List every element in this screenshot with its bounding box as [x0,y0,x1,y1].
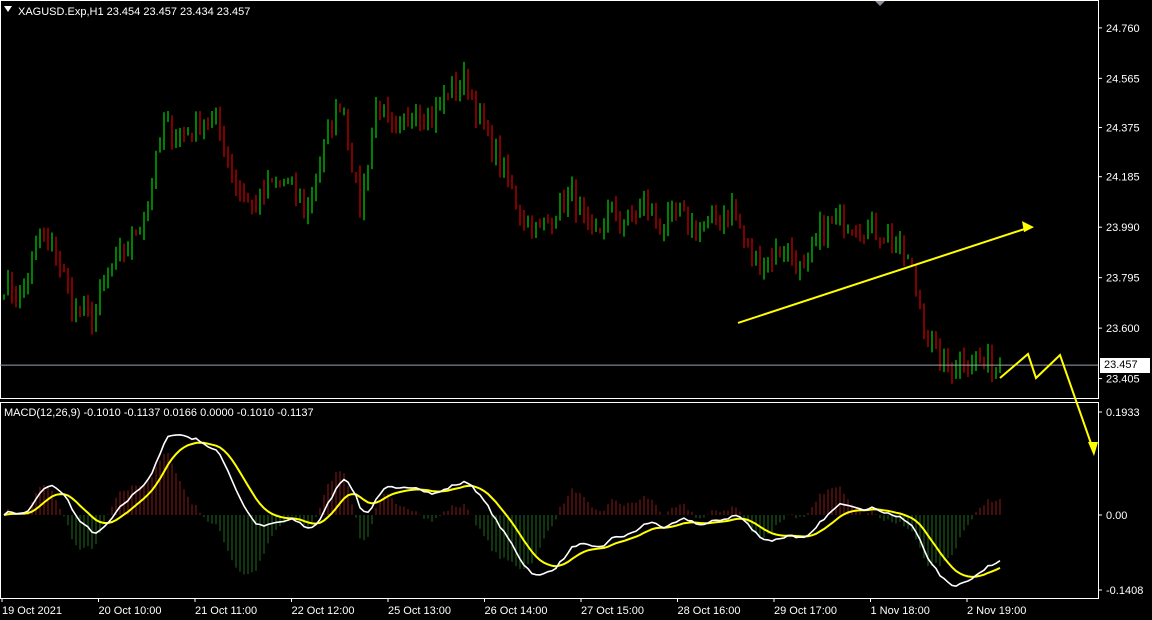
macd-lines [3,433,1001,588]
y-tick-label: 23.990 [1106,222,1140,234]
macd-y-tick-label: -0.1408 [1106,585,1143,597]
macd-header: MACD(12,26,9) -0.1010 -0.1137 0.0166 0.0… [4,407,314,419]
x-tick-label: 22 Oct 12:00 [292,605,355,617]
x-tick-label: 2 Nov 19:00 [967,605,1026,617]
y-tick-label: 24.185 [1106,172,1140,184]
y-tick-label: 24.760 [1106,23,1140,35]
x-axis-labels: 19 Oct 2021 20 Oct 10:00 21 Oct 11:00 22 Oc… [2,605,1026,617]
y-tick-label: 24.565 [1106,73,1140,85]
x-tick-label: 19 Oct 2021 [2,605,62,617]
trendline-arrowhead-icon [1022,221,1034,233]
x-tick-label: 25 Oct 13:00 [388,605,451,617]
macd-y-tick-label: 0.00 [1106,510,1127,522]
projection-arrowhead-icon [1088,442,1098,456]
current-price-label: 23.457 [1100,358,1150,373]
x-tick-label: 28 Oct 16:00 [678,605,741,617]
y-tick-label: 23.600 [1106,323,1140,335]
x-tick-label: 26 Oct 14:00 [485,605,548,617]
y-tick-label: 24.375 [1106,123,1140,135]
chart-frames [0,0,1099,599]
y-axis-labels: 24.760 24.565 24.375 24.185 23.990 23.795 23.6… [1106,23,1143,597]
main-pane-border [0,0,1099,399]
macd-pane-border [0,402,1099,599]
y-tick-label: 23.405 [1106,374,1140,386]
candlestick-series [3,61,1001,384]
symbol-header: XAGUSD.Exp,H1 23.454 23.457 23.434 23.45… [18,6,250,18]
x-tick-label: 1 Nov 18:00 [871,605,930,617]
macd-signal-line [3,441,1001,578]
x-tick-label: 29 Oct 17:00 [774,605,837,617]
y-tick-label: 23.795 [1106,273,1140,285]
x-tick-label: 21 Oct 11:00 [195,605,257,617]
price-chart[interactable]: 24.760 24.565 24.375 24.185 23.990 23.795 23.6… [0,0,1152,620]
macd-y-tick-label: 0.1933 [1106,407,1140,419]
x-tick-label: 20 Oct 10:00 [99,605,162,617]
x-tick-label: 27 Oct 15:00 [581,605,644,617]
